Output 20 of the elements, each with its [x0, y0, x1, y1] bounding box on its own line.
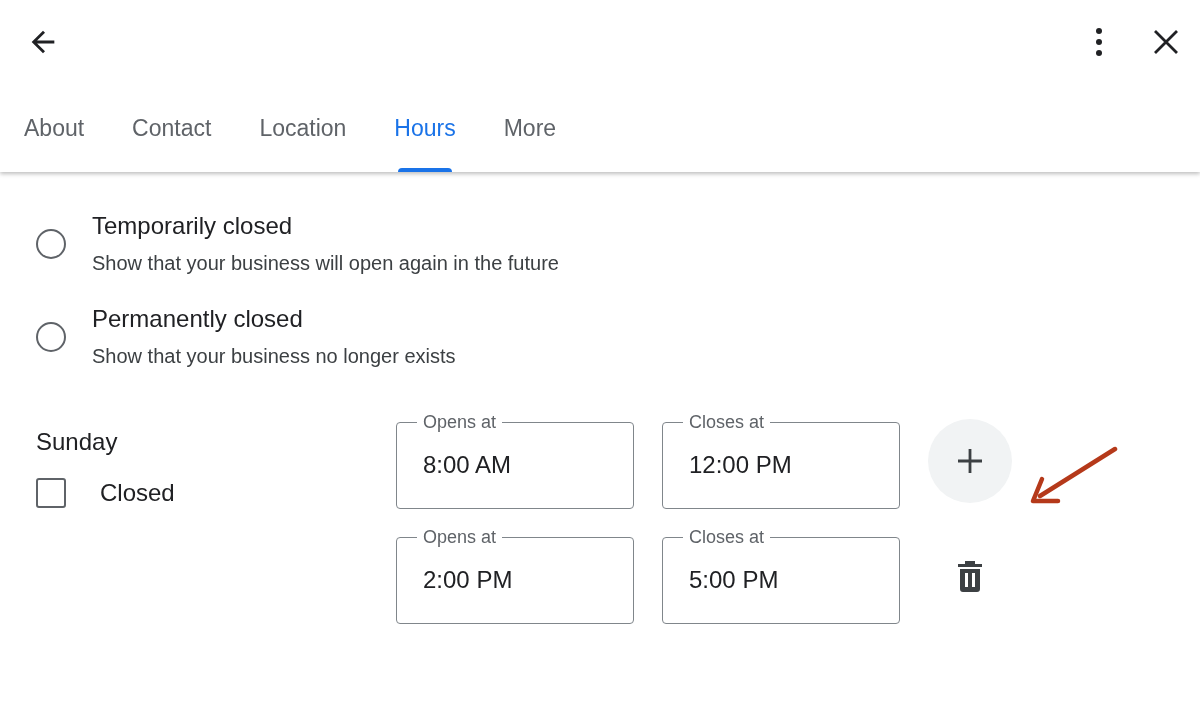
tab[interactable]: More — [479, 84, 581, 172]
radio-button[interactable] — [36, 321, 66, 352]
more-options-icon[interactable] — [1094, 27, 1104, 57]
closes-time-field[interactable]: Closes at 5:00 PM — [662, 527, 900, 624]
option-title: Permanently closed — [92, 305, 304, 333]
option-title: Temporarily closed — [92, 212, 294, 240]
option-description: Show that your business no longer exists — [92, 345, 456, 368]
option-description: Show that your business will open again in the future — [92, 252, 559, 275]
closes-time-field[interactable]: Closes at 12:00 PM — [662, 412, 900, 509]
tab[interactable]: Location — [235, 84, 371, 172]
checkbox-label: Closed — [100, 479, 175, 507]
opens-time-field[interactable]: Opens at 8:00 AM — [396, 412, 634, 509]
tab[interactable]: Hours — [370, 84, 480, 172]
close-icon[interactable] — [1152, 28, 1180, 56]
day-name: Sunday — [36, 428, 119, 456]
radio-button[interactable] — [36, 228, 66, 259]
tab[interactable]: Contact — [108, 84, 236, 172]
closed-checkbox[interactable] — [36, 478, 66, 508]
tab[interactable]: About — [0, 84, 109, 172]
opens-time-field[interactable]: Opens at 2:00 PM — [396, 527, 634, 624]
